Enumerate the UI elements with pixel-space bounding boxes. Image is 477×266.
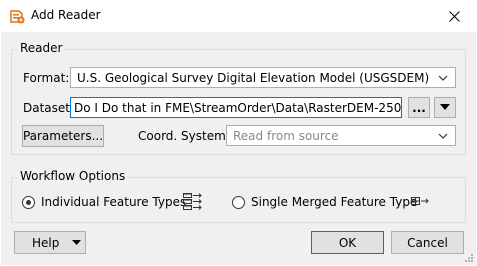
individual-feature-types-label[interactable]: Individual Feature Types xyxy=(41,195,186,209)
dataset-label: Dataset: xyxy=(23,101,75,115)
cancel-label: Cancel xyxy=(407,235,448,250)
coord-system-label: Coord. System: xyxy=(138,129,230,143)
title-bar: Add Reader xyxy=(0,0,477,32)
dataset-value: Do I Do that in FME\StreamOrder\Data\Ras… xyxy=(74,101,402,115)
add-reader-icon xyxy=(10,10,25,24)
ok-button[interactable]: OK xyxy=(311,231,384,254)
dialog-body: Reader Format: U.S. Geological Survey Di… xyxy=(1,32,476,265)
single-merged-feature-type-radio[interactable] xyxy=(232,196,245,209)
close-button[interactable] xyxy=(431,0,477,32)
triangle-down-icon xyxy=(72,239,82,245)
coord-system-placeholder: Read from source xyxy=(233,129,339,143)
parameters-button[interactable]: Parameters... xyxy=(22,125,104,147)
ok-label: OK xyxy=(338,235,357,250)
chevron-down-icon xyxy=(438,75,448,81)
format-dropdown[interactable]: U.S. Geological Survey Digital Elevation… xyxy=(70,67,456,88)
workflow-group-label: Workflow Options xyxy=(18,169,128,183)
single-merged-feature-type-label[interactable]: Single Merged Feature Type xyxy=(251,195,417,209)
close-icon xyxy=(448,10,460,22)
reader-group-label: Reader xyxy=(18,41,65,55)
help-label: Help xyxy=(32,235,60,250)
triangle-down-icon xyxy=(440,104,450,110)
parameters-label: Parameters... xyxy=(22,129,104,143)
radio-selected-dot xyxy=(26,200,31,205)
dataset-input[interactable]: Do I Do that in FME\StreamOrder\Data\Ras… xyxy=(70,97,402,118)
resize-grip-icon[interactable] xyxy=(464,253,474,263)
coord-system-dropdown[interactable]: Read from source xyxy=(226,125,456,146)
browse-label: ... xyxy=(412,100,426,115)
dataset-options-button[interactable] xyxy=(434,97,456,118)
window-title: Add Reader xyxy=(31,8,101,22)
single-merged-feature-type-icon xyxy=(411,197,429,205)
individual-feature-types-icon xyxy=(183,193,202,210)
format-value: U.S. Geological Survey Digital Elevation… xyxy=(77,71,430,85)
format-label: Format: xyxy=(23,71,70,85)
chevron-down-icon xyxy=(438,133,448,139)
browse-button[interactable]: ... xyxy=(408,97,430,118)
individual-feature-types-radio[interactable] xyxy=(22,196,35,209)
cancel-button[interactable]: Cancel xyxy=(391,231,464,254)
help-button[interactable]: Help xyxy=(14,231,86,254)
